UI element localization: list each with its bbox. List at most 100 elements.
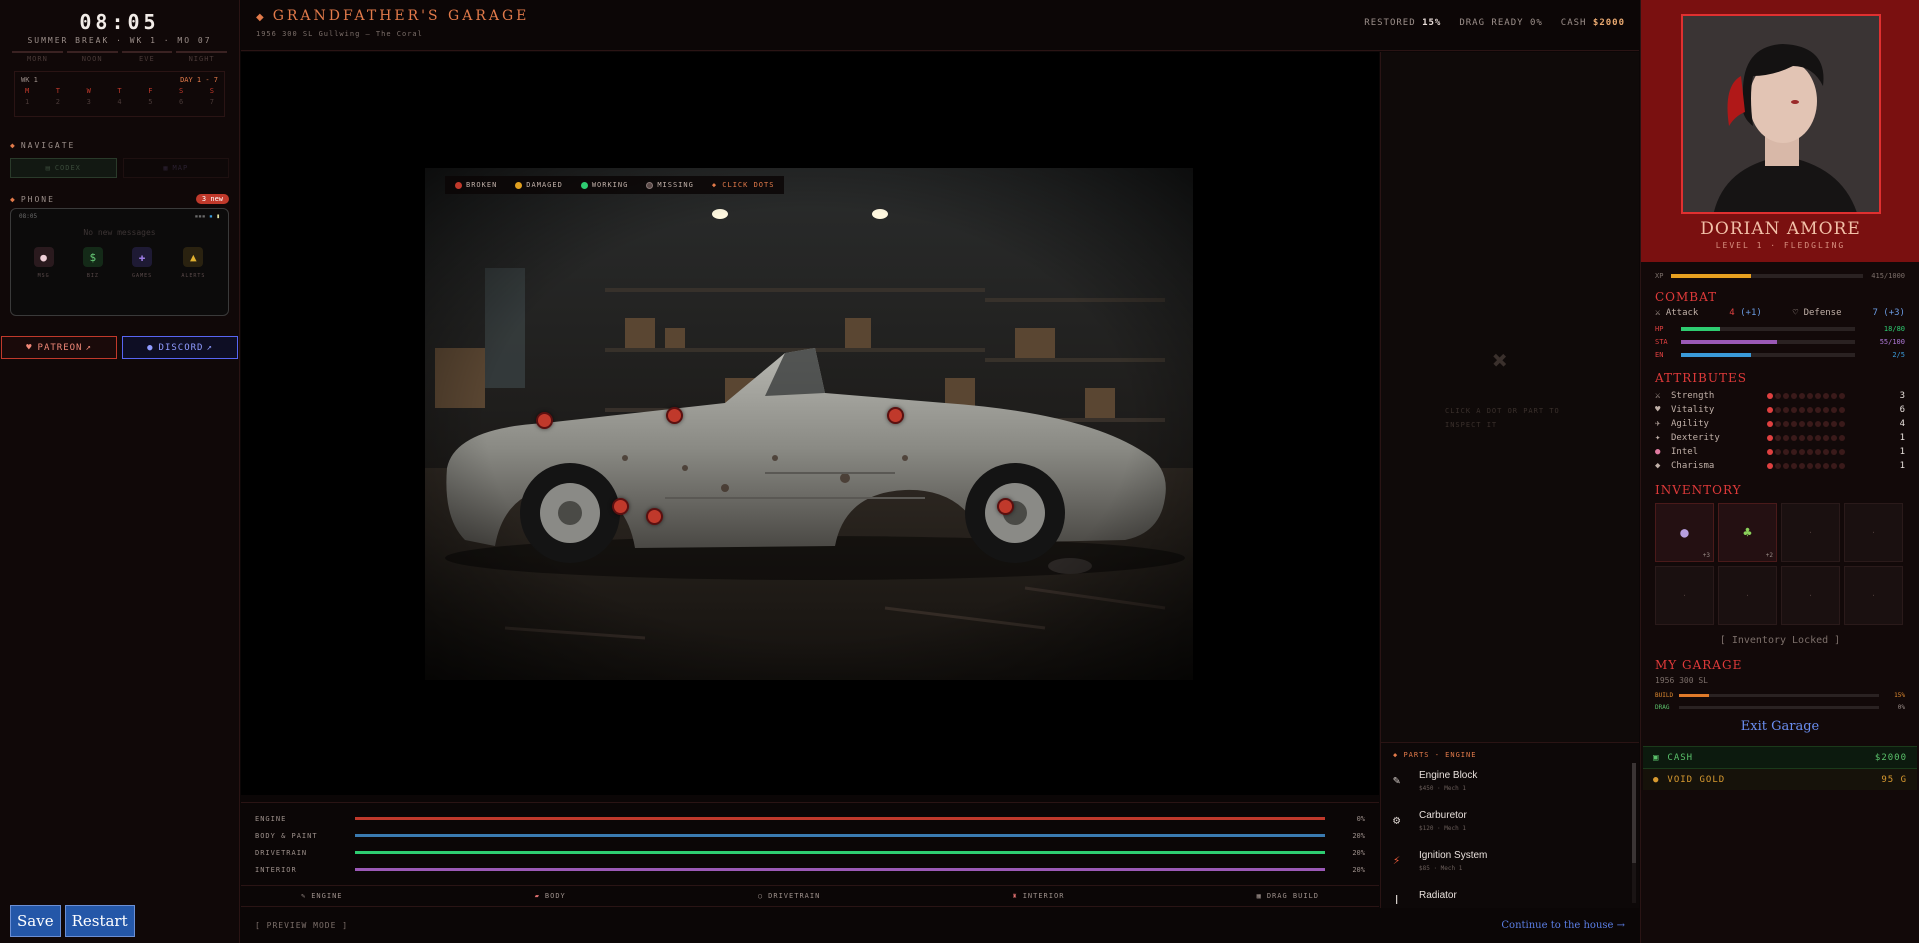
damaged-dot-icon [515,181,523,189]
progress-value: 20% [1352,831,1365,840]
exit-garage-button[interactable]: Exit Garage [1655,719,1905,734]
hotspot-hood[interactable] [666,407,683,424]
calendar-num: 5 [148,98,153,106]
portrait-illustration [1683,16,1879,212]
legend-working-label: WORKING [591,181,629,189]
shield-icon: ♡ [1792,308,1799,318]
list-item[interactable]: ✎ Engine Block $450 · Mech 1 [1381,765,1639,805]
patreon-button[interactable]: ♥ PATREON ↗ [1,336,117,359]
discord-button[interactable]: ● DISCORD ↗ [122,336,238,359]
defense-label: Defense [1803,308,1842,318]
tab-label: DRIVETRAIN [768,892,821,900]
combat-stats: ⚔ Attack 4 (+1) ♡ Defense 7 (+3) [1655,308,1905,318]
drag-value: 0% [1897,703,1905,711]
part-meta: $85 · Mech 1 [1419,865,1463,872]
restored-stat: RESTORED 15% [1364,18,1441,28]
garage-scene: BROKEN DAMAGED WORKING MISSING ◆ CLICK D… [241,52,1379,795]
inventory-slot[interactable]: · [1844,503,1903,562]
broken-dot-icon [455,181,462,189]
build-label: BUILD [1655,691,1674,699]
list-item[interactable]: ⚙ Carburetor $120 · Mech 1 [1381,805,1639,845]
restart-button[interactable]: Restart [64,905,135,937]
calendar-day: S [209,87,214,95]
continue-link[interactable]: Continue to the house → [1501,920,1625,931]
calendar-week: WK 1 [21,76,38,84]
wrench-icon: ✚ [1483,340,1520,377]
map-button[interactable]: ▦ MAP [122,158,229,178]
thermometer-icon: ǀ [1393,893,1401,907]
progress-value: 0% [1356,814,1365,823]
chat-icon: ● [33,247,54,267]
tab-label: INTERIOR [1022,892,1065,900]
attribute-value: 6 [1899,405,1905,415]
gold-label: VOID GOLD [1667,774,1726,785]
stamina-bar: STA 55/100 [1655,335,1905,348]
drag-label: DRAG READY [1459,18,1524,28]
list-item[interactable]: ǀ Radiator [1381,885,1639,908]
part-meta: $450 · Mech 1 [1419,785,1466,792]
attribute-pip [1799,407,1805,413]
inventory-slot[interactable]: · [1781,566,1840,625]
gear-icon: ○ [757,892,764,900]
part-name: Carburetor [1419,810,1467,821]
clock-time: 08:05 [79,10,160,34]
hotspot-rear-wheel[interactable] [997,498,1014,515]
codex-button[interactable]: ▤ CODEX [10,158,117,178]
book-icon: ▤ [45,164,51,172]
list-item[interactable]: ⚡ Ignition System $85 · Mech 1 [1381,845,1639,885]
tab-drag-build[interactable]: ▦ DRAG BUILD [1257,892,1319,900]
attribute-pip [1775,393,1781,399]
hotspot-sill[interactable] [646,508,663,525]
garage-heading: MY GARAGE [1655,658,1743,672]
character-panel: DORIAN AMORE LEVEL 1 · FLEDGLING XP 415/… [1640,0,1919,943]
attribute-pip [1831,393,1837,399]
attribute-pip [1799,435,1805,441]
parts-scrollbar[interactable] [1632,763,1636,903]
diamond-icon: ◆ [10,194,17,204]
app-label: BIZ [86,273,99,279]
attribute-name: Dexterity [1671,433,1720,443]
hotspot-front-wheel[interactable] [612,498,629,515]
tab-drivetrain[interactable]: ○ DRIVETRAIN [758,892,820,900]
attribute-pip [1783,435,1789,441]
attribute-pip [1799,463,1805,469]
tab-body[interactable]: ▰ BODY [535,892,566,900]
build-fill [1679,693,1709,697]
energy-bar: EN 2/5 [1655,348,1905,361]
hp-bar: HP 18/80 [1655,322,1905,335]
phone-app-games[interactable]: ✚ GAMES [132,247,153,279]
tab-engine[interactable]: ✎ ENGINE [301,892,343,900]
flag-icon: ▦ [1256,892,1262,900]
inventory-slot[interactable]: ● +3 [1655,503,1714,562]
inspector-hint: CLICK A DOT OR PART TO INSPECT IT [1445,407,1560,429]
inventory-slot[interactable]: · [1844,566,1903,625]
attack-value-group: 4 (+1) [1729,308,1762,318]
xp-bar: XP 415/1000 [1655,272,1905,280]
attribute-value: 1 [1899,433,1905,443]
phone-app-alerts[interactable]: ▲ ALERTS [181,247,205,279]
attribute-pip [1831,449,1837,455]
save-button[interactable]: Save [10,905,61,937]
phone-app-biz[interactable]: $ BIZ [82,247,103,279]
inventory-slot[interactable]: ♣ +2 [1718,503,1777,562]
stat-fill [1681,352,1751,357]
phone-widget[interactable]: 08:05 ▪▪▪ ▪ ▮ No new messages ● MSG $ BIZ … [10,208,229,316]
attribute-pip [1775,463,1781,469]
tab-interior[interactable]: ♜ INTERIOR [1012,892,1064,900]
build-value: 15% [1894,691,1905,699]
seat-icon: ♜ [1012,892,1018,900]
attribute-pip [1791,421,1797,427]
progress-track [355,817,1325,820]
missing-dot-icon [646,181,654,189]
attribute-pips [1767,421,1889,427]
inventory-slot[interactable]: · [1781,503,1840,562]
inventory-slot[interactable]: · [1655,566,1714,625]
hotspot-rear-deck[interactable] [887,407,904,424]
inventory-slot[interactable]: · [1718,566,1777,625]
stat-track [1681,326,1855,331]
period-eve: EVE [121,51,173,63]
phone-app-msg[interactable]: ● MSG [33,247,54,279]
wrench-icon: ✎ [1393,773,1401,787]
hotspot-front-fender[interactable] [536,412,553,429]
stat-key: HP [1655,324,1664,333]
